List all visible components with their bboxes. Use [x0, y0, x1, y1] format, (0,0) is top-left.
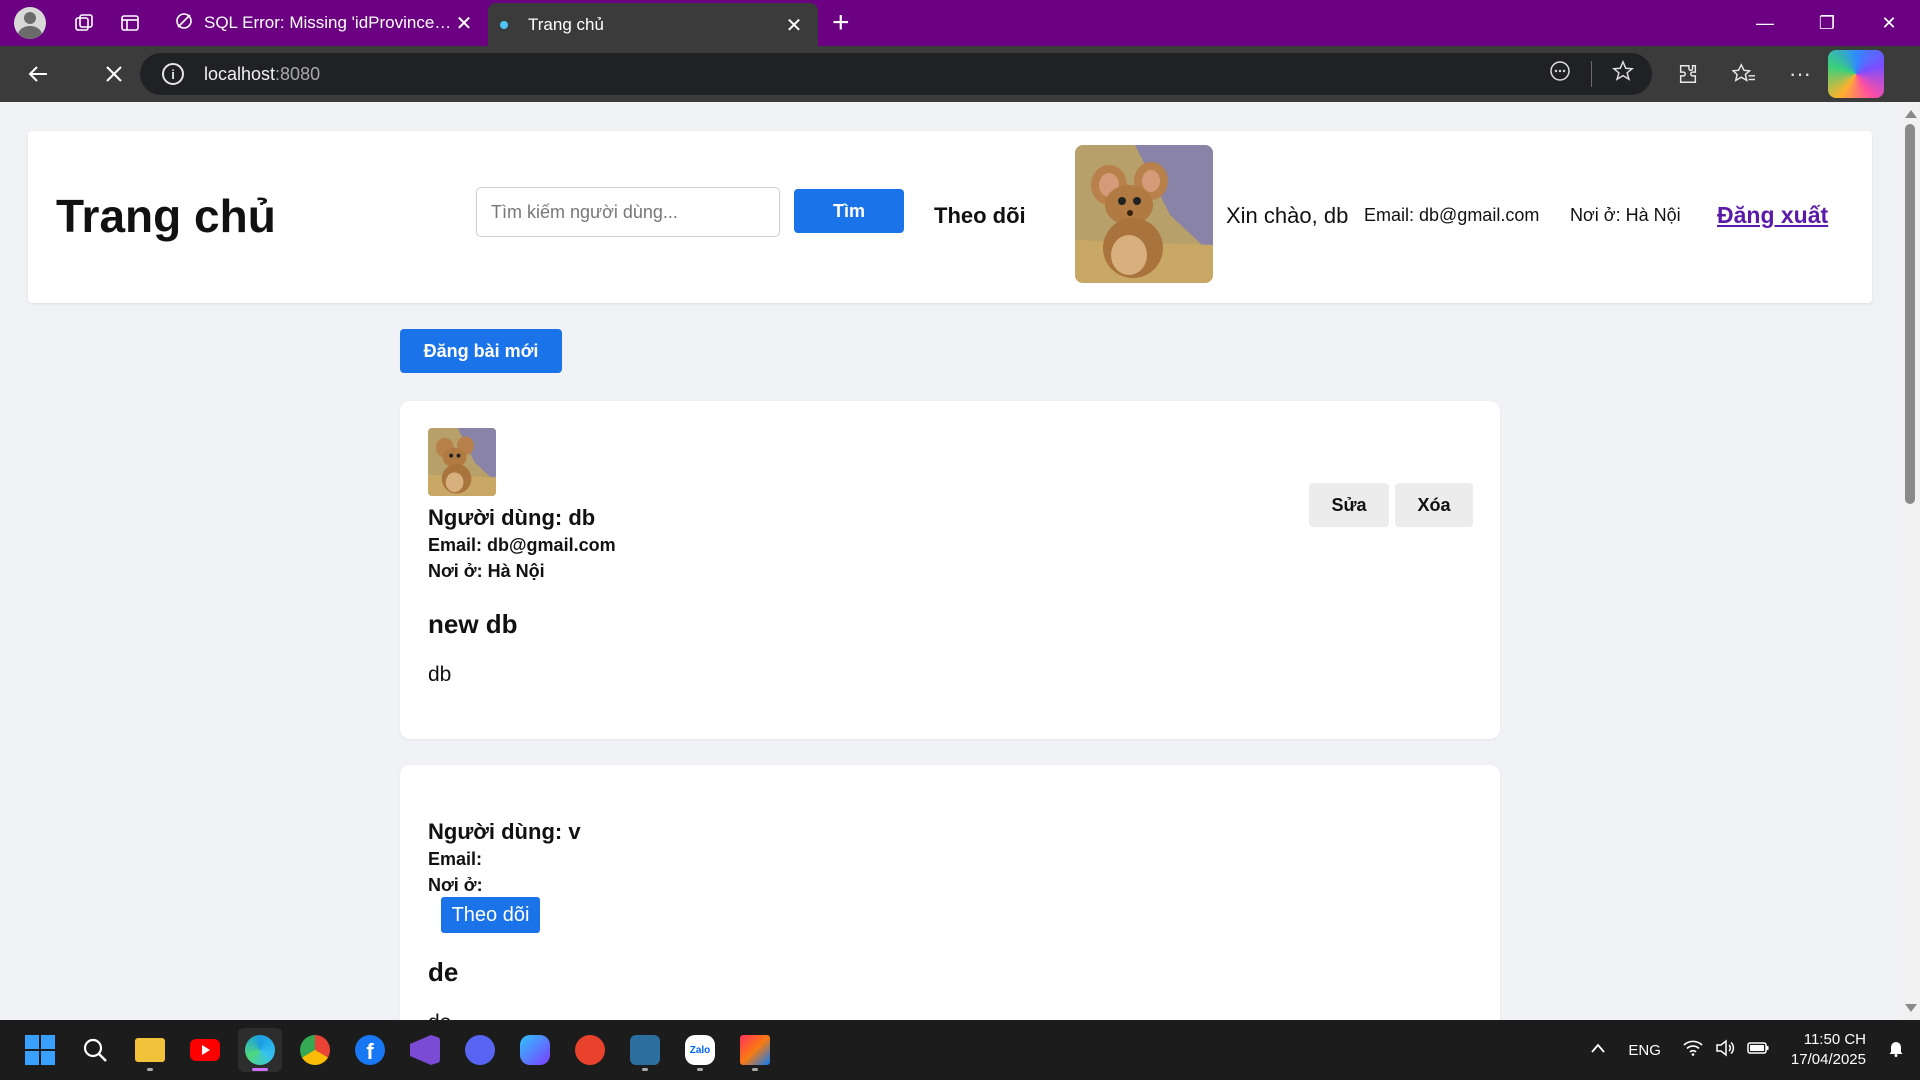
tab-title: SQL Error: Missing 'idProvince' Co	[204, 13, 452, 32]
post-author-email: Email:	[428, 849, 483, 869]
favorite-star-icon[interactable]	[1611, 59, 1635, 88]
url-text[interactable]: localhost:8080	[204, 64, 320, 85]
start-icon[interactable]	[18, 1028, 62, 1072]
edit-post-button[interactable]: Sửa	[1309, 483, 1389, 527]
post-author-location: Nơi ở: Hà Nội	[428, 561, 545, 581]
zalo-icon[interactable]: Zalo	[678, 1028, 722, 1072]
tab-close-icon[interactable]: ✕	[782, 13, 806, 38]
page-scrollbar[interactable]	[1900, 102, 1920, 1020]
address-bar[interactable]: i localhost:8080	[140, 53, 1652, 95]
page-viewport: Trang chủ Tìm Theo dõi Xin chào, db Em	[0, 102, 1900, 1020]
tab-close-icon[interactable]: ✕	[452, 11, 476, 36]
site-info-icon[interactable]: i	[162, 63, 184, 85]
favorites-icon[interactable]	[1716, 50, 1772, 98]
post-title: new db	[428, 609, 518, 639]
minimize-icon[interactable]: —	[1734, 0, 1796, 46]
header-location: Nơi ở: Hà Nội	[1570, 205, 1681, 225]
new-post-button[interactable]: Đăng bài mới	[400, 329, 562, 373]
logout-link[interactable]: Đăng xuất	[1717, 202, 1828, 229]
workspaces-icon[interactable]	[64, 3, 104, 43]
chevron-up-icon[interactable]	[1590, 1041, 1606, 1059]
intellij-icon[interactable]	[733, 1028, 777, 1072]
divider	[1591, 61, 1592, 87]
reader-mode-icon[interactable]	[1549, 60, 1571, 88]
post-author-name: Người dùng: db	[428, 505, 596, 530]
post-author-location: Nơi ở:	[428, 875, 483, 895]
header-email: Email: db@gmail.com	[1364, 205, 1540, 225]
time-text: 11:50 CH	[1803, 1031, 1866, 1048]
user-avatar	[1075, 145, 1213, 283]
facebook-icon[interactable]: f	[348, 1028, 392, 1072]
more-options-icon[interactable]: ···	[1772, 50, 1828, 98]
cloud-app-icon[interactable]	[513, 1028, 557, 1072]
site-header: Trang chủ Tìm Theo dõi Xin chào, db Em	[28, 131, 1872, 303]
close-window-icon[interactable]: ✕	[1858, 0, 1920, 46]
date-text: 17/04/2025	[1790, 1051, 1866, 1068]
following-link[interactable]: Theo dõi	[934, 203, 1026, 229]
file-explorer-icon[interactable]	[128, 1028, 172, 1072]
system-tray: ENG 11:50 CH 17/04/2025	[1590, 1020, 1904, 1080]
post-author-avatar	[428, 428, 496, 496]
profile-icon[interactable]	[14, 7, 46, 39]
post-body: de	[428, 1011, 451, 1020]
post-card: Người dùng: v Email: Nơi ở: Theo dõi de …	[400, 765, 1500, 1020]
volume-icon[interactable]	[1715, 1038, 1735, 1062]
search-icon[interactable]	[73, 1028, 117, 1072]
post-author-email: Email: db@gmail.com	[428, 535, 616, 555]
post-card: Người dùng: db Email: db@gmail.com Nơi ở…	[400, 401, 1500, 739]
page-title: Trang chủ	[56, 190, 276, 242]
user-search-input[interactable]	[476, 187, 780, 237]
visual-studio-icon[interactable]	[403, 1028, 447, 1072]
tab-favicon-icon	[174, 11, 194, 36]
greeting-text: Xin chào, db	[1226, 203, 1349, 228]
window-controls: — ❐ ✕	[1734, 0, 1920, 46]
tab-sql-error[interactable]: SQL Error: Missing 'idProvince' Co ✕	[162, 0, 488, 46]
scroll-up-icon[interactable]	[1905, 110, 1917, 118]
new-tab-button[interactable]: +	[832, 6, 850, 40]
back-icon[interactable]	[14, 50, 62, 98]
tab-title: Trang chủ	[528, 15, 604, 34]
youtube-icon[interactable]	[183, 1028, 227, 1072]
edge-browser-icon[interactable]	[238, 1028, 282, 1072]
browser-tab-bar: SQL Error: Missing 'idProvince' Co ✕ Tra…	[0, 0, 1920, 47]
delete-post-button[interactable]: Xóa	[1395, 483, 1473, 527]
mysql-workbench-icon[interactable]	[623, 1028, 667, 1072]
discord-icon[interactable]	[458, 1028, 502, 1072]
wifi-icon[interactable]	[1683, 1040, 1703, 1061]
notification-bell-icon[interactable]	[1888, 1039, 1904, 1062]
vertical-tabs-icon[interactable]	[110, 3, 150, 43]
battery-icon[interactable]	[1747, 1041, 1769, 1060]
scroll-down-icon[interactable]	[1905, 1004, 1917, 1012]
chrome-icon[interactable]	[293, 1028, 337, 1072]
language-indicator[interactable]: ENG	[1628, 1042, 1661, 1059]
copilot-icon[interactable]	[1828, 50, 1884, 98]
wps-office-icon[interactable]	[568, 1028, 612, 1072]
taskbar: f Zalo ENG 11:50 CH 17/04/2025	[0, 1020, 1920, 1080]
post-author-name: Người dùng: v	[428, 819, 581, 844]
scroll-thumb[interactable]	[1905, 124, 1915, 504]
stop-loading-icon[interactable]	[90, 50, 138, 98]
follow-user-button[interactable]: Theo dõi	[441, 897, 540, 933]
tab-trang-chu[interactable]: Trang chủ ✕	[488, 3, 818, 47]
browser-toolbar: i localhost:8080 ···	[0, 46, 1920, 102]
extensions-icon[interactable]	[1660, 50, 1716, 98]
loading-icon	[500, 21, 508, 29]
search-button[interactable]: Tìm	[794, 189, 904, 233]
post-title: de	[428, 957, 459, 987]
clock[interactable]: 11:50 CH 17/04/2025	[1791, 1030, 1866, 1070]
post-body: db	[428, 663, 452, 686]
restore-icon[interactable]: ❐	[1796, 0, 1858, 46]
